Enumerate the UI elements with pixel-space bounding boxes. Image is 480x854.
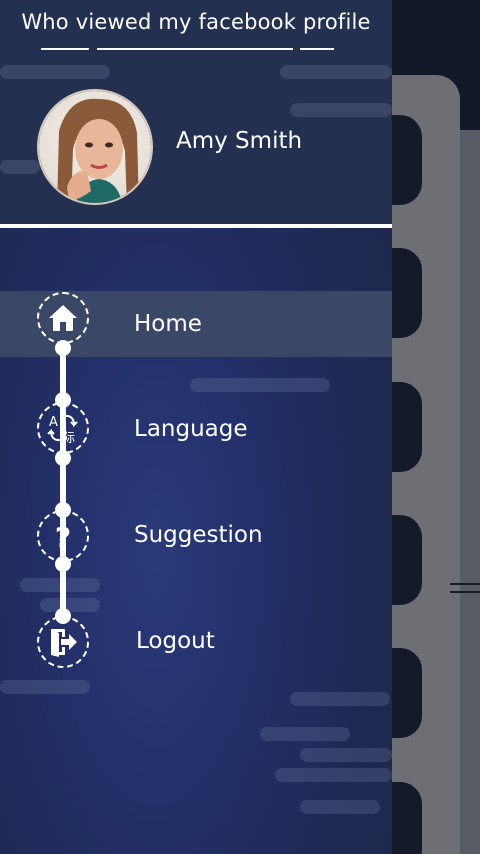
title-underline bbox=[97, 48, 293, 50]
background-tab bbox=[392, 782, 422, 854]
decorative-pill bbox=[290, 103, 392, 117]
translate-cjk-glyph: 际 bbox=[62, 431, 75, 444]
question-icon[interactable]: ? bbox=[37, 510, 89, 562]
decorative-pill bbox=[260, 727, 350, 741]
timeline-connector bbox=[60, 347, 66, 617]
navigation-drawer: Who viewed my facebook profile Amy Smith… bbox=[0, 0, 392, 854]
translate-icon[interactable]: A 际 bbox=[37, 402, 89, 454]
background-tab bbox=[392, 515, 422, 605]
user-name: Amy Smith bbox=[176, 128, 303, 154]
menu-label: Home bbox=[134, 311, 202, 337]
decorative-pill bbox=[300, 748, 392, 762]
menu-lines-icon[interactable] bbox=[450, 583, 480, 593]
question-glyph: ? bbox=[55, 521, 71, 552]
decorative-pill bbox=[0, 160, 40, 174]
drawer-header: Who viewed my facebook profile Amy Smith bbox=[0, 0, 392, 226]
header-divider bbox=[0, 224, 392, 228]
title-underline bbox=[41, 48, 89, 50]
profile-avatar[interactable] bbox=[37, 89, 153, 205]
background-panel-edge bbox=[460, 130, 480, 854]
background-tab bbox=[392, 115, 422, 205]
decorative-pill bbox=[275, 768, 392, 782]
home-icon[interactable] bbox=[37, 292, 89, 344]
background-tab bbox=[392, 648, 422, 738]
background-tab bbox=[392, 248, 422, 338]
menu-label: Logout bbox=[136, 628, 215, 654]
decorative-pill bbox=[0, 680, 90, 694]
menu-label: Language bbox=[134, 416, 248, 442]
decorative-pill bbox=[0, 65, 110, 79]
app-title: Who viewed my facebook profile bbox=[21, 10, 371, 34]
decorative-pill bbox=[290, 692, 390, 706]
decorative-pill bbox=[190, 378, 330, 392]
decorative-pill bbox=[300, 800, 380, 814]
decorative-pill bbox=[280, 65, 392, 79]
background-tab bbox=[392, 382, 422, 472]
title-underline bbox=[300, 48, 334, 50]
menu-label: Suggestion bbox=[134, 522, 263, 548]
translate-latin-glyph: A bbox=[49, 415, 58, 430]
logout-icon[interactable] bbox=[37, 616, 89, 668]
